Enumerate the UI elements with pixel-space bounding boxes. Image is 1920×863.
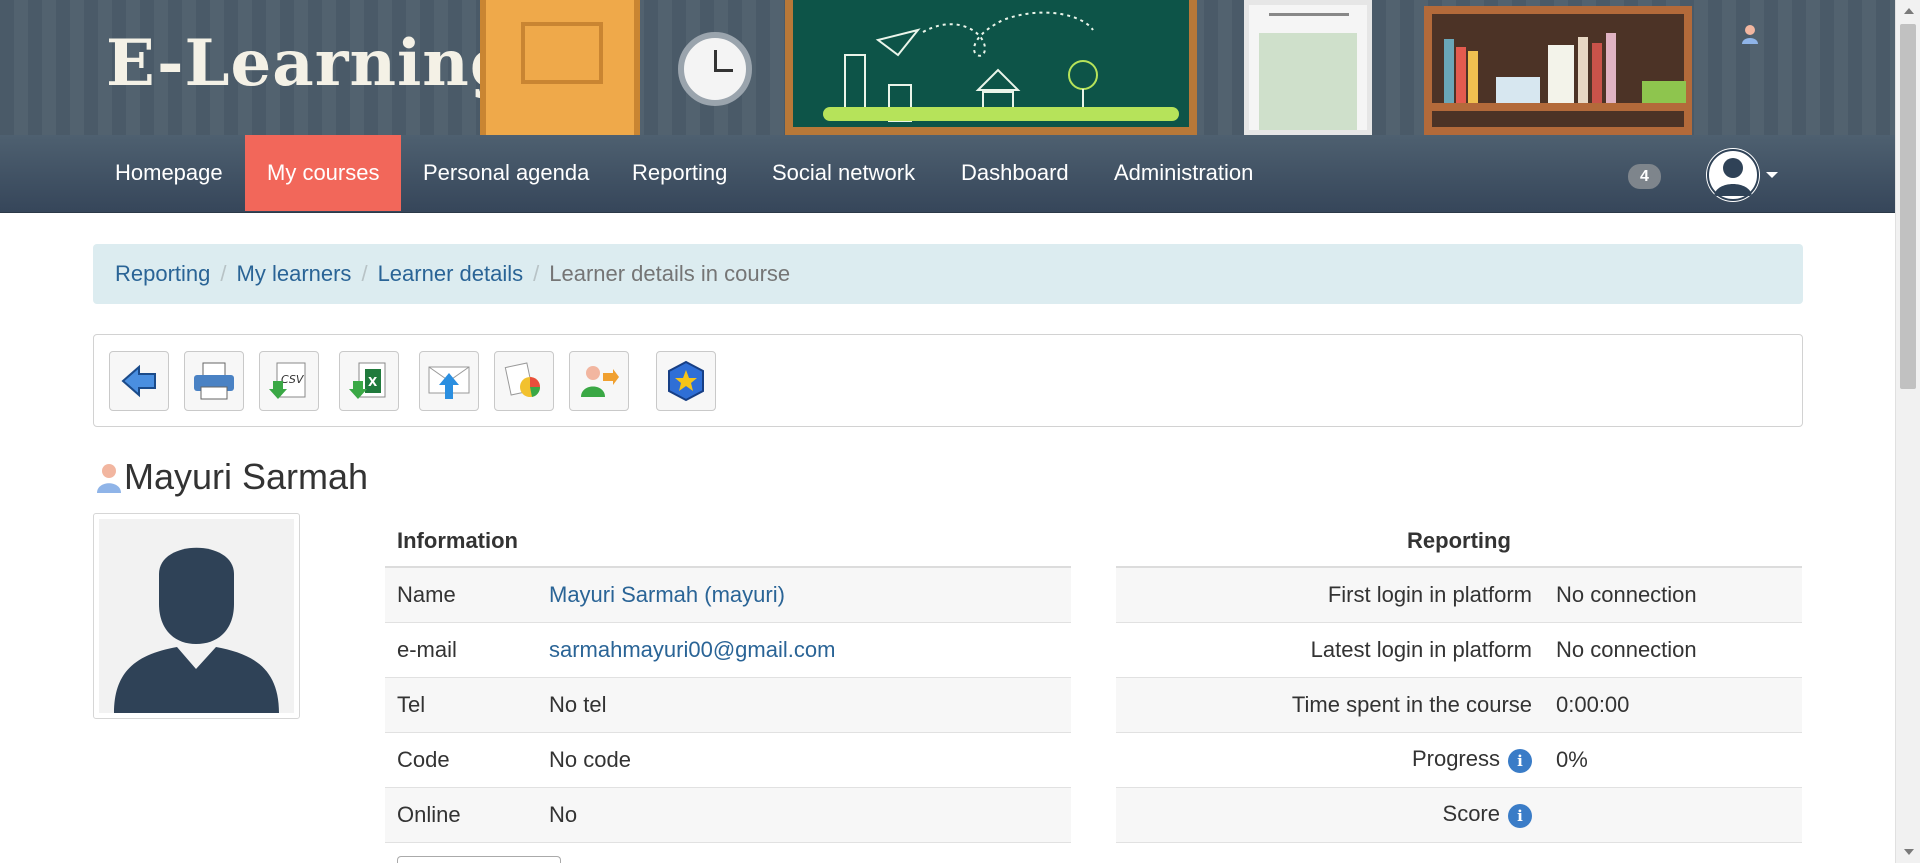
banner-bookshelf-illustration — [1424, 6, 1692, 135]
info-value-online: No — [537, 787, 1071, 843]
avatar-silhouette-icon — [99, 519, 294, 713]
export-excel-button[interactable]: X — [339, 351, 399, 411]
banner-door-illustration — [480, 0, 640, 135]
svg-text:X: X — [368, 375, 378, 389]
partially-visible-button[interactable] — [397, 856, 561, 863]
table-row: Score i — [1116, 787, 1802, 843]
nav-reporting[interactable]: Reporting — [610, 135, 749, 211]
table-row: Code No code — [385, 732, 1071, 788]
breadcrumb-separator: / — [533, 261, 540, 286]
learner-photo — [93, 513, 300, 719]
rep-label-progress: Progress — [1411, 746, 1500, 772]
svg-text:CSV: CSV — [281, 373, 305, 386]
learner-name: Mayuri Sarmah — [124, 456, 369, 497]
user-icon — [1742, 25, 1758, 44]
reporting-table: Reporting First login in platform No con… — [1116, 516, 1802, 843]
user-icon — [97, 464, 121, 493]
learner-email-link[interactable]: sarmahmayuri00@gmail.com — [549, 637, 835, 662]
rep-value-first-login: No connection — [1544, 567, 1802, 623]
scrollbar-thumb[interactable] — [1900, 24, 1916, 389]
certificate-button[interactable] — [656, 351, 716, 411]
breadcrumb-current: Learner details in course — [549, 261, 791, 286]
user-menu-chevron-down-icon[interactable] — [1766, 172, 1778, 178]
breadcrumb-separator: / — [361, 261, 368, 286]
email-upload-icon — [428, 366, 470, 399]
site-logo[interactable]: E-Learning — [106, 26, 516, 101]
print-button[interactable] — [184, 351, 244, 411]
info-label-code: Code — [385, 732, 537, 788]
banner-chalkboard-illustration — [785, 0, 1197, 135]
info-label-online: Online — [385, 787, 537, 843]
scroll-down-icon[interactable] — [1904, 849, 1914, 855]
back-icon — [121, 364, 156, 398]
report-chart-button[interactable] — [494, 351, 554, 411]
rep-label-score: Score — [1442, 801, 1500, 827]
header-banner: E-Learning — [0, 0, 1895, 135]
table-row: Latest login in platform No connection — [1116, 622, 1802, 678]
badge-star-icon — [668, 360, 704, 402]
info-icon[interactable]: i — [1508, 803, 1532, 828]
information-table: Information Name Mayuri Sarmah (mayuri) … — [385, 516, 1071, 843]
breadcrumb-my-learners[interactable]: My learners — [237, 261, 352, 286]
nav-my-courses[interactable]: My courses — [245, 135, 402, 211]
nav-social-network[interactable]: Social network — [750, 135, 937, 211]
main-navbar: Homepage My courses Personal agenda Repo… — [0, 135, 1895, 213]
learner-heading: Mayuri Sarmah — [96, 456, 368, 498]
back-button[interactable] — [109, 351, 169, 411]
table-row: Progress i 0% — [1116, 732, 1802, 788]
banner-clock-illustration — [678, 32, 752, 106]
rep-value-score — [1544, 787, 1802, 843]
info-label-tel: Tel — [385, 677, 537, 733]
print-icon — [194, 362, 234, 400]
info-label-name: Name — [385, 567, 537, 623]
table-row: Tel No tel — [385, 677, 1071, 733]
avatar-icon — [1707, 149, 1759, 201]
rep-label-time-spent: Time spent in the course — [1116, 677, 1544, 733]
export-csv-button[interactable]: CSV — [259, 351, 319, 411]
table-row: First login in platform No connection — [1116, 567, 1802, 623]
nav-administration[interactable]: Administration — [1092, 135, 1275, 211]
excel-export-icon: X — [349, 362, 386, 399]
breadcrumb: Reporting / My learners / Learner details / Le… — [93, 244, 1803, 304]
breadcrumb-reporting[interactable]: Reporting — [115, 261, 210, 286]
information-header: Information — [385, 516, 1071, 568]
nav-homepage[interactable]: Homepage — [93, 135, 245, 211]
csv-export-icon: CSV — [269, 362, 306, 399]
table-row: Online No — [385, 787, 1071, 843]
rep-value-progress: 0% — [1544, 732, 1802, 788]
page-scrollbar[interactable] — [1895, 0, 1920, 863]
email-upload-button[interactable] — [419, 351, 479, 411]
move-user-button[interactable] — [569, 351, 629, 411]
scroll-up-icon[interactable] — [1904, 8, 1914, 14]
reporting-header: Reporting — [1116, 516, 1802, 568]
rep-label-first-login: First login in platform — [1116, 567, 1544, 623]
user-move-icon — [581, 366, 619, 397]
notification-badge[interactable]: 4 — [1628, 164, 1661, 189]
breadcrumb-learner-details[interactable]: Learner details — [378, 261, 524, 286]
banner-frame-illustration — [1244, 0, 1372, 135]
breadcrumb-separator: / — [220, 261, 227, 286]
rep-value-latest-login: No connection — [1544, 622, 1802, 678]
report-chart-icon — [504, 362, 541, 397]
rep-value-time-spent: 0:00:00 — [1544, 677, 1802, 733]
info-value-code: No code — [537, 732, 1071, 788]
user-avatar-button[interactable] — [1706, 148, 1760, 202]
table-row: Time spent in the course 0:00:00 — [1116, 677, 1802, 733]
nav-dashboard[interactable]: Dashboard — [939, 135, 1091, 211]
learner-name-link[interactable]: Mayuri Sarmah (mayuri) — [549, 582, 785, 607]
rep-label-latest-login: Latest login in platform — [1116, 622, 1544, 678]
action-toolbar: CSV X — [93, 334, 1803, 427]
table-row: e-mail sarmahmayuri00@gmail.com — [385, 622, 1071, 678]
info-label-email: e-mail — [385, 622, 537, 678]
info-icon[interactable]: i — [1508, 748, 1532, 773]
table-row: Name Mayuri Sarmah (mayuri) — [385, 567, 1071, 623]
nav-personal-agenda[interactable]: Personal agenda — [401, 135, 611, 211]
info-value-tel: No tel — [537, 677, 1071, 733]
